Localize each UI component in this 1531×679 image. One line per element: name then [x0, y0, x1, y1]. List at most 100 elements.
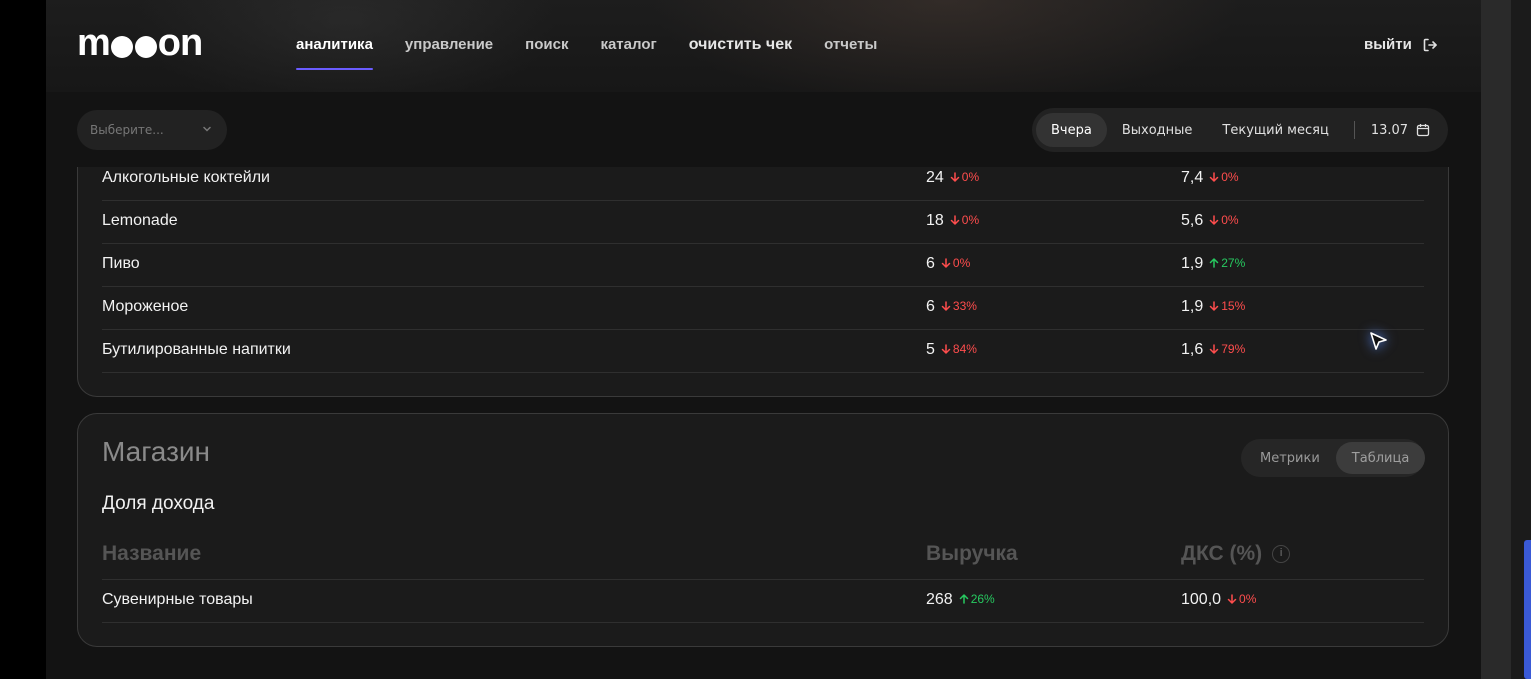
nav-reports[interactable]: отчеты — [824, 36, 877, 54]
revenue-change: 0% — [941, 256, 970, 270]
row-name: Бутилированные напитки — [102, 341, 291, 358]
chevron-down-icon — [203, 126, 211, 132]
row-name: Пиво — [102, 255, 140, 272]
arrow-down-icon — [950, 172, 960, 182]
shop-title: Магазин — [102, 436, 211, 467]
dks-change-value: 79% — [1221, 342, 1246, 356]
revenue-change: 84% — [941, 342, 977, 356]
nav-search[interactable]: поиск — [525, 36, 568, 54]
arrow-down-icon — [1210, 344, 1219, 354]
row-dks: 5,6 0% — [1181, 212, 1239, 230]
top-header: m on аналитика управление поиск каталог о… — [46, 0, 1481, 92]
filter-bar: Выберите... Вчера Выходные Текущий месяц… — [46, 92, 1481, 167]
nav-catalog[interactable]: каталог — [600, 36, 656, 54]
revenue-value: 6 — [926, 255, 935, 272]
nav-clear-check[interactable]: очистить чек — [689, 36, 792, 54]
dks-change-value: 0% — [1221, 213, 1239, 227]
logo[interactable]: m on — [77, 22, 203, 65]
arrow-down-icon — [941, 344, 951, 354]
logout-button[interactable]: выйти — [1364, 36, 1438, 53]
row-dks: 1,9 15% — [1181, 298, 1245, 316]
scrollbar-thumb[interactable] — [1524, 540, 1531, 679]
row-name: Мороженое — [102, 298, 189, 315]
period-selector: Вчера Выходные Текущий месяц 13.07 — [1032, 108, 1448, 152]
revenue-value: 18 — [926, 212, 944, 229]
column-header-dks[interactable]: ДКС (%) i — [1181, 542, 1291, 566]
row-revenue: 18 0% — [926, 212, 979, 230]
arrow-down-icon — [941, 301, 951, 311]
dks-value: 1,6 — [1181, 341, 1204, 358]
arrow-down-icon — [1210, 301, 1219, 311]
dks-change: 0% — [1209, 213, 1239, 227]
logout-icon — [1423, 38, 1437, 51]
arrow-down-icon — [950, 215, 960, 225]
column-header-name[interactable]: Название — [102, 542, 201, 566]
revenue-value: 5 — [926, 341, 935, 358]
revenue-change: 0% — [950, 170, 979, 184]
dks-value: 1,9 — [1181, 255, 1204, 272]
main-nav: аналитика управление поиск каталог очист… — [296, 36, 909, 70]
column-header-revenue-label: Выручка — [926, 542, 1018, 565]
dks-change: 79% — [1209, 342, 1245, 356]
section-title: Доля дохода — [102, 493, 215, 514]
view-toggle: Метрики Таблица — [1241, 439, 1426, 477]
arrow-down-icon — [1227, 594, 1237, 604]
app-window: Алкогольные коктейли 24 0% 7,4 0% Lemonade 18 0… — [46, 0, 1481, 679]
period-yesterday[interactable]: Вчера — [1036, 113, 1107, 147]
dks-change: 0% — [1227, 592, 1256, 606]
date-picker[interactable]: 13.07 — [1363, 123, 1430, 138]
column-header-name-label: Название — [102, 542, 202, 565]
table-row[interactable]: Пиво 6 0% 1,9 27% — [102, 244, 1424, 287]
arrow-down-icon — [941, 258, 951, 268]
revenue-change-value: 33% — [952, 299, 977, 313]
revenue-change-value: 0% — [961, 213, 980, 227]
logo-dot — [110, 35, 133, 58]
revenue-change: 26% — [959, 592, 995, 606]
toggle-metrics[interactable]: Метрики — [1244, 442, 1336, 474]
pointer-cursor-icon — [1370, 332, 1387, 350]
dks-change: 15% — [1209, 299, 1245, 313]
logo-text: m — [77, 22, 111, 64]
row-dks: 1,9 27% — [1181, 255, 1245, 273]
row-dks: 100,0 0% — [1181, 591, 1256, 609]
row-name: Алкогольные коктейли — [102, 169, 270, 186]
revenue-change-value: 26% — [970, 592, 995, 606]
logo-dot — [134, 35, 157, 58]
dks-value: 100,0 — [1181, 591, 1222, 608]
dks-change-value: 27% — [1221, 256, 1246, 270]
period-divider — [1353, 121, 1355, 139]
revenue-change: 33% — [941, 299, 977, 313]
calendar-icon — [1416, 124, 1430, 137]
toggle-table[interactable]: Таблица — [1335, 442, 1426, 474]
row-revenue: 6 0% — [926, 255, 970, 273]
revenue-value: 24 — [926, 169, 944, 186]
nav-management[interactable]: управление — [405, 36, 493, 54]
nav-analytics[interactable]: аналитика — [296, 36, 373, 70]
revenue-change-value: 0% — [961, 170, 980, 184]
arrow-up-icon — [1210, 258, 1219, 268]
info-icon[interactable]: i — [1272, 545, 1291, 563]
logout-label: выйти — [1364, 36, 1412, 53]
period-weekend[interactable]: Выходные — [1107, 113, 1208, 147]
select-placeholder: Выберите... — [90, 123, 164, 137]
row-name: Сувенирные товары — [102, 591, 253, 608]
shop-card: Магазин Доля дохода Метрики Таблица Назв… — [77, 413, 1449, 647]
table-row[interactable]: Бутилированные напитки 5 84% 1,6 79% — [102, 330, 1424, 373]
table-row[interactable]: Сувенирные товары 268 26% 100,0 0% — [102, 580, 1424, 623]
arrow-down-icon — [1210, 172, 1219, 182]
dks-change-value: 15% — [1221, 299, 1246, 313]
table-row[interactable]: Мороженое 6 33% 1,9 15% — [102, 287, 1424, 330]
row-revenue: 5 84% — [926, 341, 977, 359]
category-select[interactable]: Выберите... — [77, 110, 227, 150]
revenue-value: 6 — [926, 298, 935, 315]
arrow-down-icon — [1210, 215, 1219, 225]
period-current-month[interactable]: Текущий месяц — [1207, 113, 1343, 147]
dks-change-value: 0% — [1239, 592, 1257, 606]
table-row[interactable]: Lemonade 18 0% 5,6 0% — [102, 201, 1424, 244]
date-label: 13.07 — [1370, 122, 1409, 138]
revenue-change-value: 84% — [952, 342, 977, 356]
row-revenue: 268 26% — [926, 591, 995, 609]
dks-value: 7,4 — [1181, 169, 1204, 186]
column-header-revenue[interactable]: Выручка — [926, 542, 1018, 566]
dks-change-value: 0% — [1221, 170, 1239, 184]
